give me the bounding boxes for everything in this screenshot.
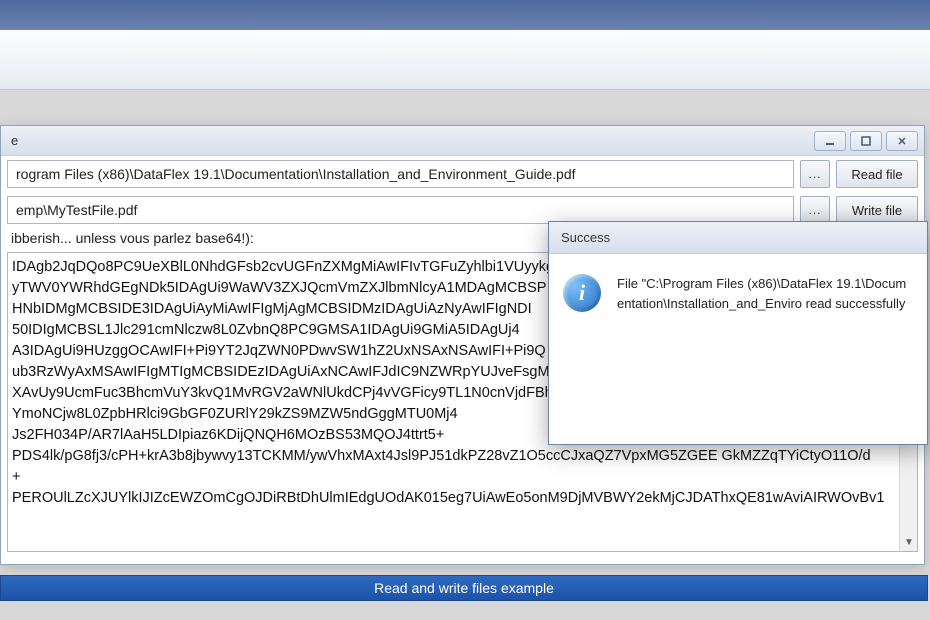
dialog-titlebar[interactable]: Success xyxy=(549,222,927,254)
window-control-group xyxy=(814,131,918,151)
main-titlebar[interactable]: e xyxy=(1,126,924,156)
outer-window-toolbar xyxy=(0,30,930,90)
success-dialog: Success i File "C:\Program Files (x86)\D… xyxy=(548,221,928,445)
write-file-button[interactable]: Write file xyxy=(836,196,918,224)
dialog-message: File "C:\Program Files (x86)\DataFlex 19… xyxy=(617,274,913,313)
close-icon xyxy=(896,135,908,147)
write-browse-button[interactable]: ... xyxy=(800,196,830,224)
scroll-down-button[interactable]: ▼ xyxy=(900,533,918,551)
maximize-button[interactable] xyxy=(850,131,882,151)
read-browse-button[interactable]: ... xyxy=(800,160,830,188)
status-bar: Read and write files example xyxy=(0,575,928,601)
write-path-input[interactable] xyxy=(7,196,794,224)
dialog-title-text: Success xyxy=(561,230,610,245)
read-path-row: ... Read file xyxy=(1,156,924,192)
outer-window-titlebar xyxy=(0,0,930,30)
maximize-icon xyxy=(860,135,872,147)
main-title-text: e xyxy=(11,133,18,148)
dialog-body: i File "C:\Program Files (x86)\DataFlex … xyxy=(549,254,927,333)
info-icon: i xyxy=(563,274,601,312)
minimize-icon xyxy=(824,135,836,147)
status-text: Read and write files example xyxy=(374,580,554,596)
read-file-button[interactable]: Read file xyxy=(836,160,918,188)
minimize-button[interactable] xyxy=(814,131,846,151)
read-path-input[interactable] xyxy=(7,160,794,188)
close-button[interactable] xyxy=(886,131,918,151)
